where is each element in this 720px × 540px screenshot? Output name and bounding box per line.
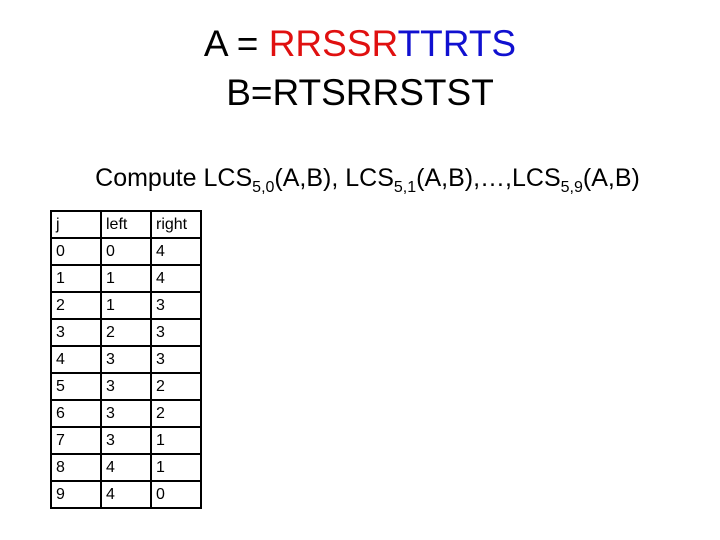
table-row: 940 [50, 480, 202, 509]
table-cell: left [100, 210, 152, 239]
string-b: B=RTSRRSTST [226, 72, 494, 113]
table-row: 731 [50, 426, 202, 455]
table-cell: right [150, 210, 202, 239]
table-row: 841 [50, 453, 202, 482]
table-cell: 1 [100, 264, 152, 293]
table-cell: 3 [150, 318, 202, 347]
table-row: 532 [50, 372, 202, 401]
sub3: 5,9 [560, 179, 583, 196]
table-cell: 0 [150, 480, 202, 509]
table-cell: 2 [100, 318, 152, 347]
table-row: 632 [50, 399, 202, 428]
table-cell: 3 [100, 345, 152, 374]
table-row: 004 [50, 237, 202, 266]
a-red-part: RRSSR [268, 23, 398, 64]
table-cell: 6 [50, 399, 102, 428]
table-cell: 3 [100, 372, 152, 401]
table-cell: 1 [150, 453, 202, 482]
table-cell: 1 [100, 291, 152, 320]
table-cell: 4 [150, 237, 202, 266]
t3: (A,B),…,LCS [416, 164, 561, 192]
t2: (A,B), LCS [274, 164, 394, 192]
sub2: 5,1 [393, 179, 417, 196]
compute-text: Compute LCS5,0(A,B), LCS5,1(A,B),…,LCS5,… [0, 163, 720, 196]
table-cell: 7 [50, 426, 102, 455]
table-row: 323 [50, 318, 202, 347]
table-cell: 5 [50, 372, 102, 401]
table-cell: 9 [50, 480, 102, 509]
t4: (A,B) [582, 164, 640, 192]
table-cell: 4 [50, 345, 102, 374]
lcs-table: j left right 0 0 4 1 1 4 2 1 3 3 2 3 4 3 3 5 3 2 6 3 2 7 3 1 8 4 1 9 4 0 [50, 210, 202, 509]
table-cell: 4 [150, 264, 202, 293]
table-cell: 3 [150, 291, 202, 320]
table-cell: 2 [150, 399, 202, 428]
table-cell: j [50, 210, 102, 239]
t1: Compute LCS [95, 164, 253, 192]
a-label: A = [203, 23, 269, 64]
table-cell: 3 [50, 318, 102, 347]
table-row: j left right [50, 210, 202, 239]
table-cell: 2 [50, 291, 102, 320]
string-a: A = RRSSRTTRTS [0, 24, 720, 64]
table-cell: 3 [150, 345, 202, 374]
table-row: 114 [50, 264, 202, 293]
table-row: 433 [50, 345, 202, 374]
sub1: 5,0 [252, 179, 275, 196]
table-cell: 0 [50, 237, 102, 266]
table-cell: 1 [50, 264, 102, 293]
table-cell: 8 [50, 453, 102, 482]
table-cell: 0 [100, 237, 152, 266]
table-cell: 2 [150, 372, 202, 401]
table-row: 213 [50, 291, 202, 320]
table-cell: 4 [100, 453, 152, 482]
table-cell: 3 [100, 399, 152, 428]
table-cell: 3 [100, 426, 152, 455]
table-cell: 4 [100, 480, 152, 509]
table-cell: 1 [150, 426, 202, 455]
a-blue-part: TTRTS [397, 23, 517, 64]
